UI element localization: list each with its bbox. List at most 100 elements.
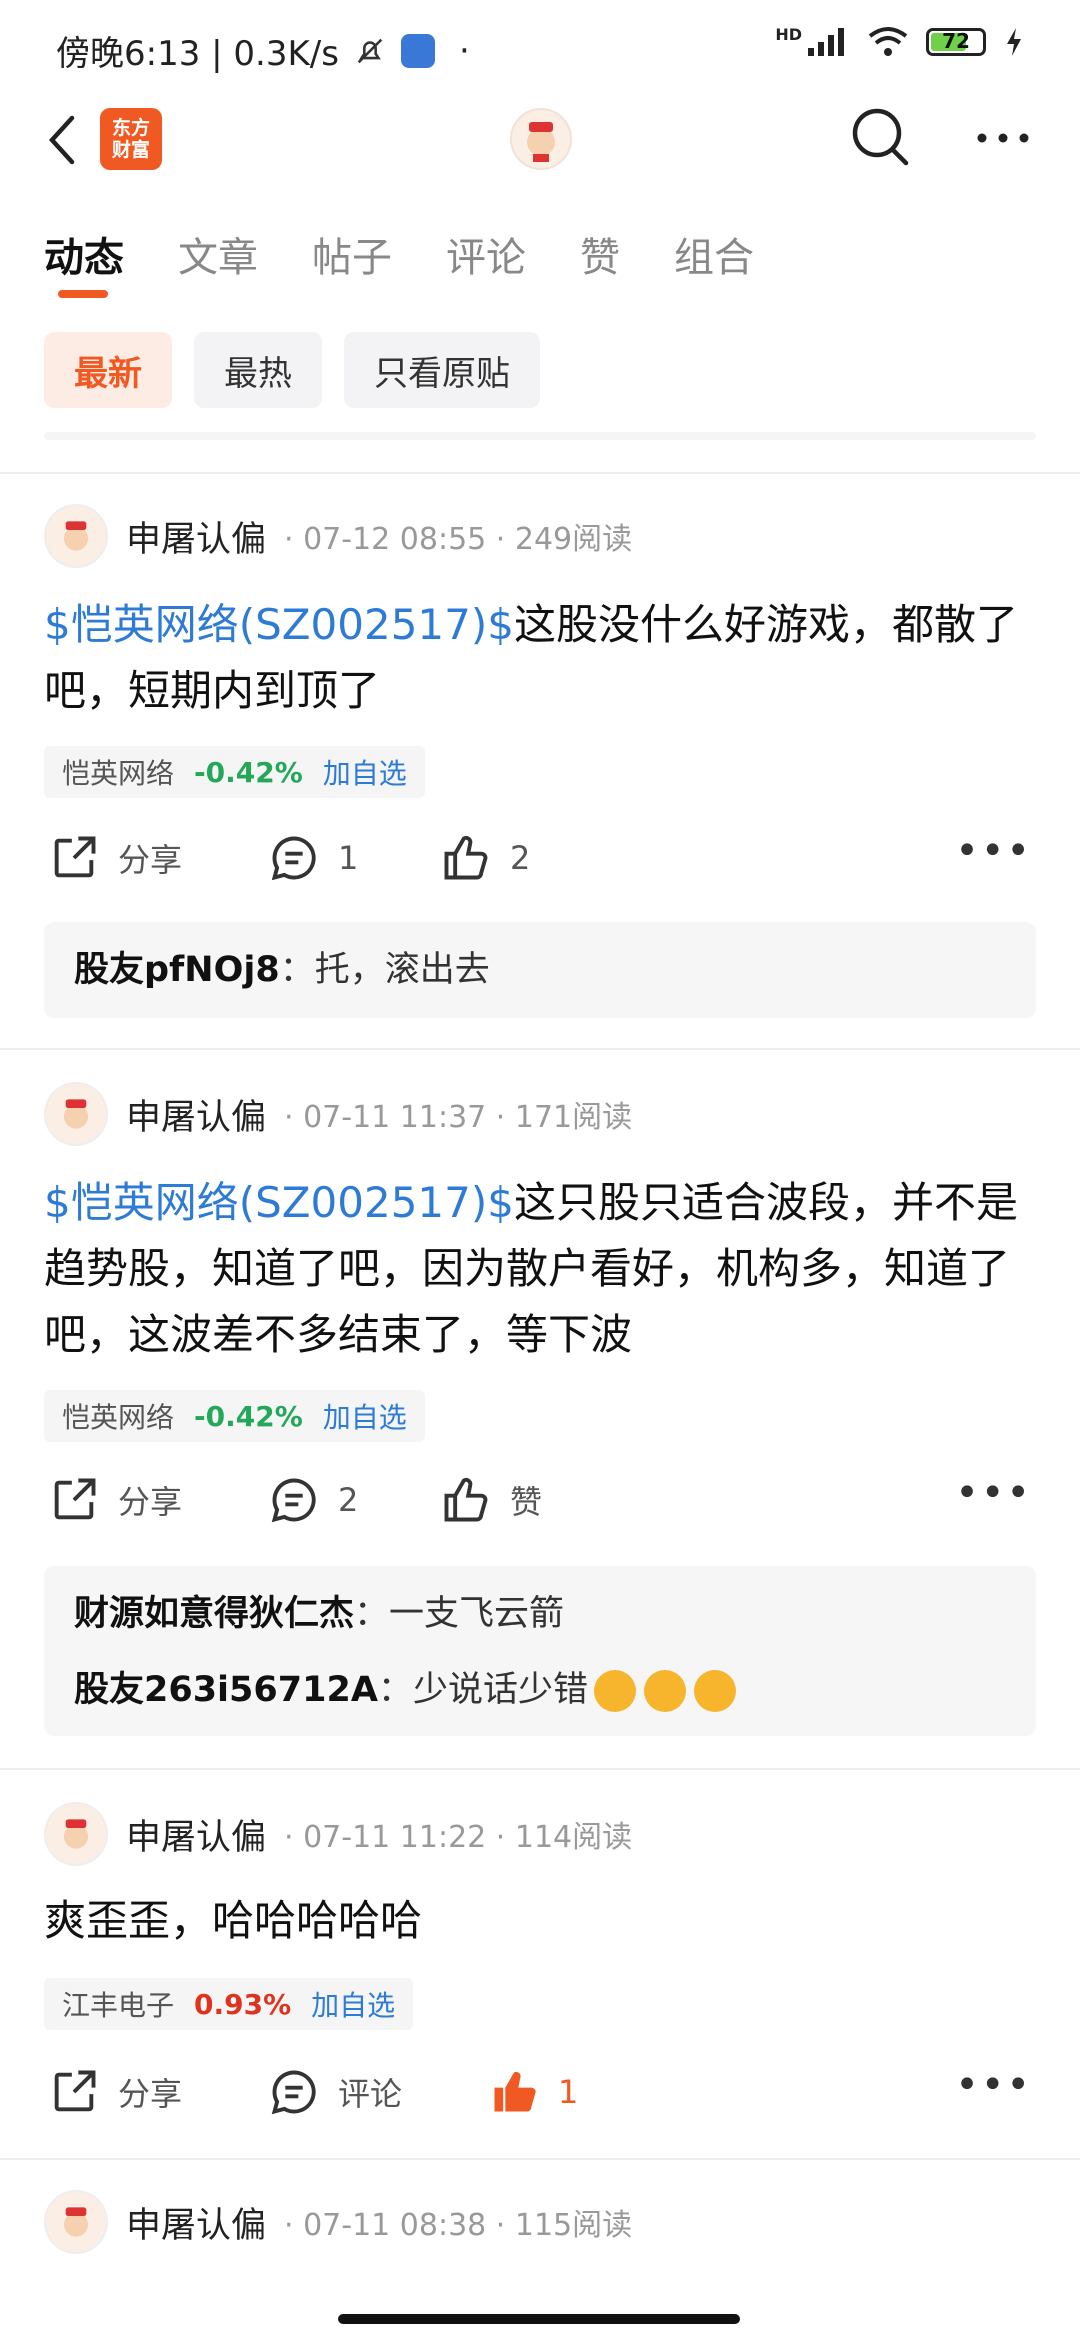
- comment-count: 1: [338, 839, 359, 877]
- post-meta: · 07-11 11:22 · 114阅读: [284, 1820, 633, 1855]
- thumbs-up-filled-icon: [494, 2071, 536, 2112]
- filter-chips: 最新 最热 只看原贴: [44, 332, 540, 408]
- profile-avatar[interactable]: [510, 108, 572, 170]
- reply-text: 托，滚出去: [314, 950, 490, 990]
- filter-hottest[interactable]: 最热: [194, 332, 322, 408]
- post-meta: · 07-11 08:38 · 115阅读: [284, 2208, 633, 2243]
- author-name[interactable]: 申屠认偏: [126, 1089, 266, 1140]
- post-meta: · 07-12 08:55 · 249阅读: [284, 522, 633, 557]
- post-meta: · 07-11 11:37 · 171阅读: [284, 1100, 633, 1135]
- charging-icon: [1007, 28, 1021, 56]
- reply-item[interactable]: 股友pfNOj8：托，滚出去: [74, 932, 1006, 1008]
- avatar[interactable]: [44, 504, 108, 568]
- sweat-emoji-icon: [693, 1670, 736, 1712]
- reply-user[interactable]: 股友pfNOj8: [74, 950, 280, 990]
- thumbs-up-icon: [444, 836, 488, 880]
- add-watchlist-button[interactable]: 加自选: [323, 752, 407, 792]
- hd-label: HD: [775, 24, 802, 44]
- wifi-icon: [868, 27, 908, 56]
- post-content[interactable]: 爽歪歪，哈哈哈哈哈: [44, 1888, 1036, 1954]
- tab-underline: [58, 290, 108, 298]
- sweat-emoji-icon: [593, 1670, 636, 1712]
- mute-bell-icon: [357, 38, 383, 63]
- reply-box[interactable]: 财源如意得狄仁杰：一支飞云箭 股友263i56712A：少说话少错: [44, 1566, 1036, 1736]
- stock-change: 0.93%: [194, 1987, 292, 2021]
- search-icon[interactable]: [850, 106, 912, 168]
- add-watchlist-button[interactable]: 加自选: [311, 1984, 395, 2024]
- tab-comments[interactable]: 评论: [446, 225, 526, 283]
- reply-box[interactable]: 股友pfNOj8：托，滚出去: [44, 922, 1036, 1018]
- reply-user[interactable]: 股友263i56712A: [74, 1670, 378, 1710]
- tab-portfolio[interactable]: 组合: [674, 225, 754, 283]
- reply-item[interactable]: 股友263i56712A：少说话少错: [74, 1652, 1006, 1728]
- profile-tabs: 动态 文章 帖子 评论 赞 组合: [44, 225, 754, 283]
- caishen-avatar-icon: [63, 1099, 89, 1129]
- reply-item[interactable]: 财源如意得狄仁杰：一支飞云箭: [74, 1576, 1006, 1652]
- tab-posts[interactable]: 帖子: [312, 225, 392, 283]
- signal-icon: [808, 28, 844, 56]
- comment-button[interactable]: 2: [268, 1474, 358, 1526]
- stock-tag[interactable]: 恺英网络 -0.42% 加自选: [44, 1390, 425, 1442]
- post-actions: 分享 评论 1 •••: [0, 2062, 1080, 2126]
- comment-icon: [271, 2070, 316, 2115]
- share-label: 分享: [118, 2075, 183, 2113]
- avatar[interactable]: [44, 2190, 108, 2254]
- avatar[interactable]: [44, 1082, 108, 1146]
- post-more-icon[interactable]: •••: [955, 2062, 1032, 2108]
- post-text: 爽歪歪，哈哈哈哈哈: [44, 1896, 423, 1945]
- post-more-icon[interactable]: •••: [955, 828, 1032, 874]
- filter-original-only[interactable]: 只看原贴: [344, 332, 540, 408]
- post-header: 申屠认偏 · 07-11 11:37 · 171阅读: [44, 1082, 632, 1146]
- tab-likes[interactable]: 赞: [580, 225, 620, 283]
- post-content[interactable]: $恺英网络(SZ002517)$这股没什么好游戏，都散了吧，短期内到顶了: [44, 592, 1036, 724]
- reply-user[interactable]: 财源如意得狄仁杰: [74, 1594, 354, 1634]
- app-notification-icon: [400, 33, 435, 68]
- filter-latest[interactable]: 最新: [44, 332, 172, 408]
- avatar[interactable]: [44, 1802, 108, 1866]
- author-name[interactable]: 申屠认偏: [126, 511, 266, 562]
- reply-text: 少说话少错: [412, 1670, 588, 1710]
- status-bar: 傍晚6:13 | 0.3K/s · HD 72: [0, 0, 1080, 96]
- sweat-emoji-icon: [643, 1670, 686, 1712]
- caishen-avatar-icon: [527, 122, 555, 162]
- app-logo[interactable]: 东方 财富: [100, 108, 162, 170]
- stock-change: -0.42%: [194, 1399, 303, 1433]
- comment-button[interactable]: 1: [268, 832, 358, 884]
- back-icon[interactable]: [44, 112, 80, 168]
- comment-icon: [271, 1478, 316, 1523]
- like-button[interactable]: 1: [488, 2066, 578, 2118]
- divider: [0, 1048, 1080, 1050]
- like-count: 1: [558, 2073, 579, 2111]
- tab-dynamic[interactable]: 动态: [44, 225, 124, 283]
- post-header: 申屠认偏 · 07-11 11:22 · 114阅读: [44, 1802, 632, 1866]
- status-right: HD 72: [775, 24, 1024, 58]
- author-name[interactable]: 申屠认偏: [126, 1809, 266, 1860]
- post-more-icon[interactable]: •••: [955, 1470, 1032, 1516]
- stock-tag[interactable]: 江丰电子 0.93% 加自选: [44, 1978, 414, 2030]
- home-indicator[interactable]: [338, 2314, 740, 2324]
- comment-button[interactable]: 评论: [268, 2066, 402, 2118]
- divider: [0, 2158, 1080, 2160]
- comment-icon: [271, 836, 316, 881]
- logo-line2: 财富: [111, 139, 150, 161]
- stock-name: 江丰电子: [62, 1989, 175, 2022]
- share-button[interactable]: 分享: [48, 2066, 182, 2118]
- divider: [0, 472, 1080, 474]
- battery-percent: 72: [942, 29, 970, 53]
- tab-articles[interactable]: 文章: [178, 225, 258, 283]
- like-button[interactable]: 2: [440, 832, 530, 884]
- like-count: 2: [510, 839, 531, 877]
- share-button[interactable]: 分享: [48, 1474, 182, 1526]
- stock-link[interactable]: $恺英网络(SZ002517)$: [44, 600, 514, 649]
- share-label: 分享: [118, 1483, 183, 1521]
- add-watchlist-button[interactable]: 加自选: [323, 1396, 407, 1436]
- like-button[interactable]: 赞: [440, 1474, 542, 1526]
- more-icon[interactable]: [976, 132, 1030, 144]
- comment-label: 评论: [338, 2075, 403, 2113]
- stock-link[interactable]: $恺英网络(SZ002517)$: [44, 1178, 514, 1227]
- share-button[interactable]: 分享: [48, 832, 182, 884]
- post-content[interactable]: $恺英网络(SZ002517)$这只股只适合波段，并不是趋势股，知道了吧，因为散…: [44, 1170, 1036, 1368]
- reply-text: 一支飞云箭: [389, 1594, 565, 1634]
- author-name[interactable]: 申屠认偏: [126, 2197, 266, 2248]
- stock-tag[interactable]: 恺英网络 -0.42% 加自选: [44, 746, 425, 798]
